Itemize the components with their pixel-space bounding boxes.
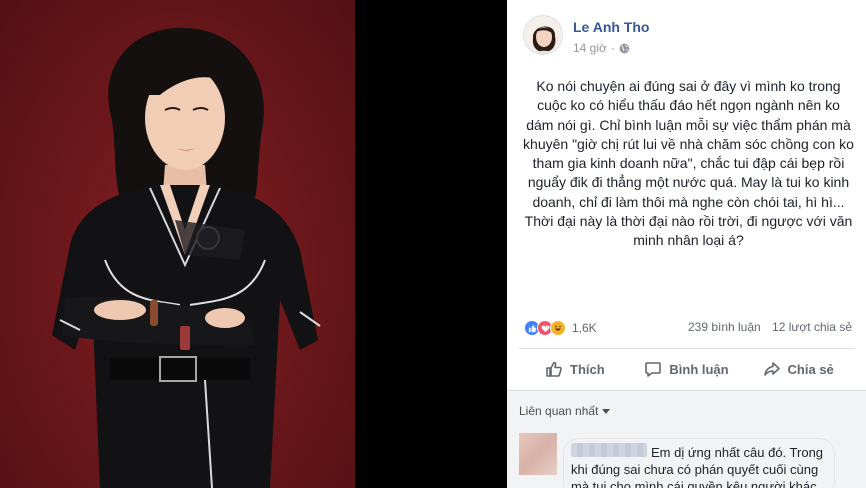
commenter-avatar[interactable] bbox=[519, 433, 557, 475]
comment-text: Em dị ứng nhất câu đó. Trong khi đúng sa… bbox=[571, 445, 824, 488]
reactions-summary[interactable]: 1,6K bbox=[524, 318, 597, 338]
comment-sort-dropdown[interactable]: Liên quan nhất bbox=[519, 404, 611, 418]
post-panel: Le Anh Tho 14 giờ · Ko nói chuyện ai đún… bbox=[507, 0, 866, 488]
post-body-text: Ko nói chuyện ai đúng sai ở đây vì mình … bbox=[523, 78, 854, 249]
comment-icon bbox=[645, 362, 662, 377]
post-meta: 14 giờ · bbox=[573, 41, 630, 55]
post-actions-bar: Thích Bình luận Chia sẻ bbox=[519, 352, 854, 386]
author-name-link[interactable]: Le Anh Tho bbox=[573, 19, 649, 35]
post-timestamp[interactable]: 14 giờ bbox=[573, 41, 607, 55]
divider bbox=[507, 390, 866, 391]
comment-button-label: Bình luận bbox=[669, 361, 729, 377]
comment-button[interactable]: Bình luận bbox=[631, 352, 743, 386]
comment-count-link[interactable]: 239 bình luận bbox=[688, 320, 761, 334]
share-button-label: Chia sẻ bbox=[787, 361, 834, 377]
like-button-label: Thích bbox=[570, 361, 605, 377]
like-button[interactable]: Thích bbox=[519, 352, 631, 386]
woman-portrait-illustration bbox=[52, 27, 321, 488]
author-avatar[interactable] bbox=[523, 15, 563, 55]
thumbs-up-icon bbox=[546, 361, 562, 377]
engagement-counts: 239 bình luận 12 lượt chia sẻ bbox=[680, 320, 852, 334]
share-arrow-icon bbox=[763, 362, 780, 376]
reaction-count: 1,6K bbox=[572, 321, 597, 335]
avatar-face-icon bbox=[524, 16, 562, 54]
post-photo[interactable] bbox=[0, 0, 355, 488]
globe-icon[interactable] bbox=[619, 43, 630, 54]
divider bbox=[519, 348, 854, 349]
meta-separator: · bbox=[610, 41, 615, 55]
haha-reaction-icon bbox=[550, 320, 566, 336]
facebook-photo-viewer: Le Anh Tho 14 giờ · Ko nói chuyện ai đún… bbox=[0, 0, 866, 488]
share-button[interactable]: Chia sẻ bbox=[742, 352, 854, 386]
share-count-link[interactable]: 12 lượt chia sẻ bbox=[772, 320, 852, 334]
comment-sort-label: Liên quan nhất bbox=[519, 404, 599, 418]
chevron-down-icon bbox=[602, 408, 611, 414]
